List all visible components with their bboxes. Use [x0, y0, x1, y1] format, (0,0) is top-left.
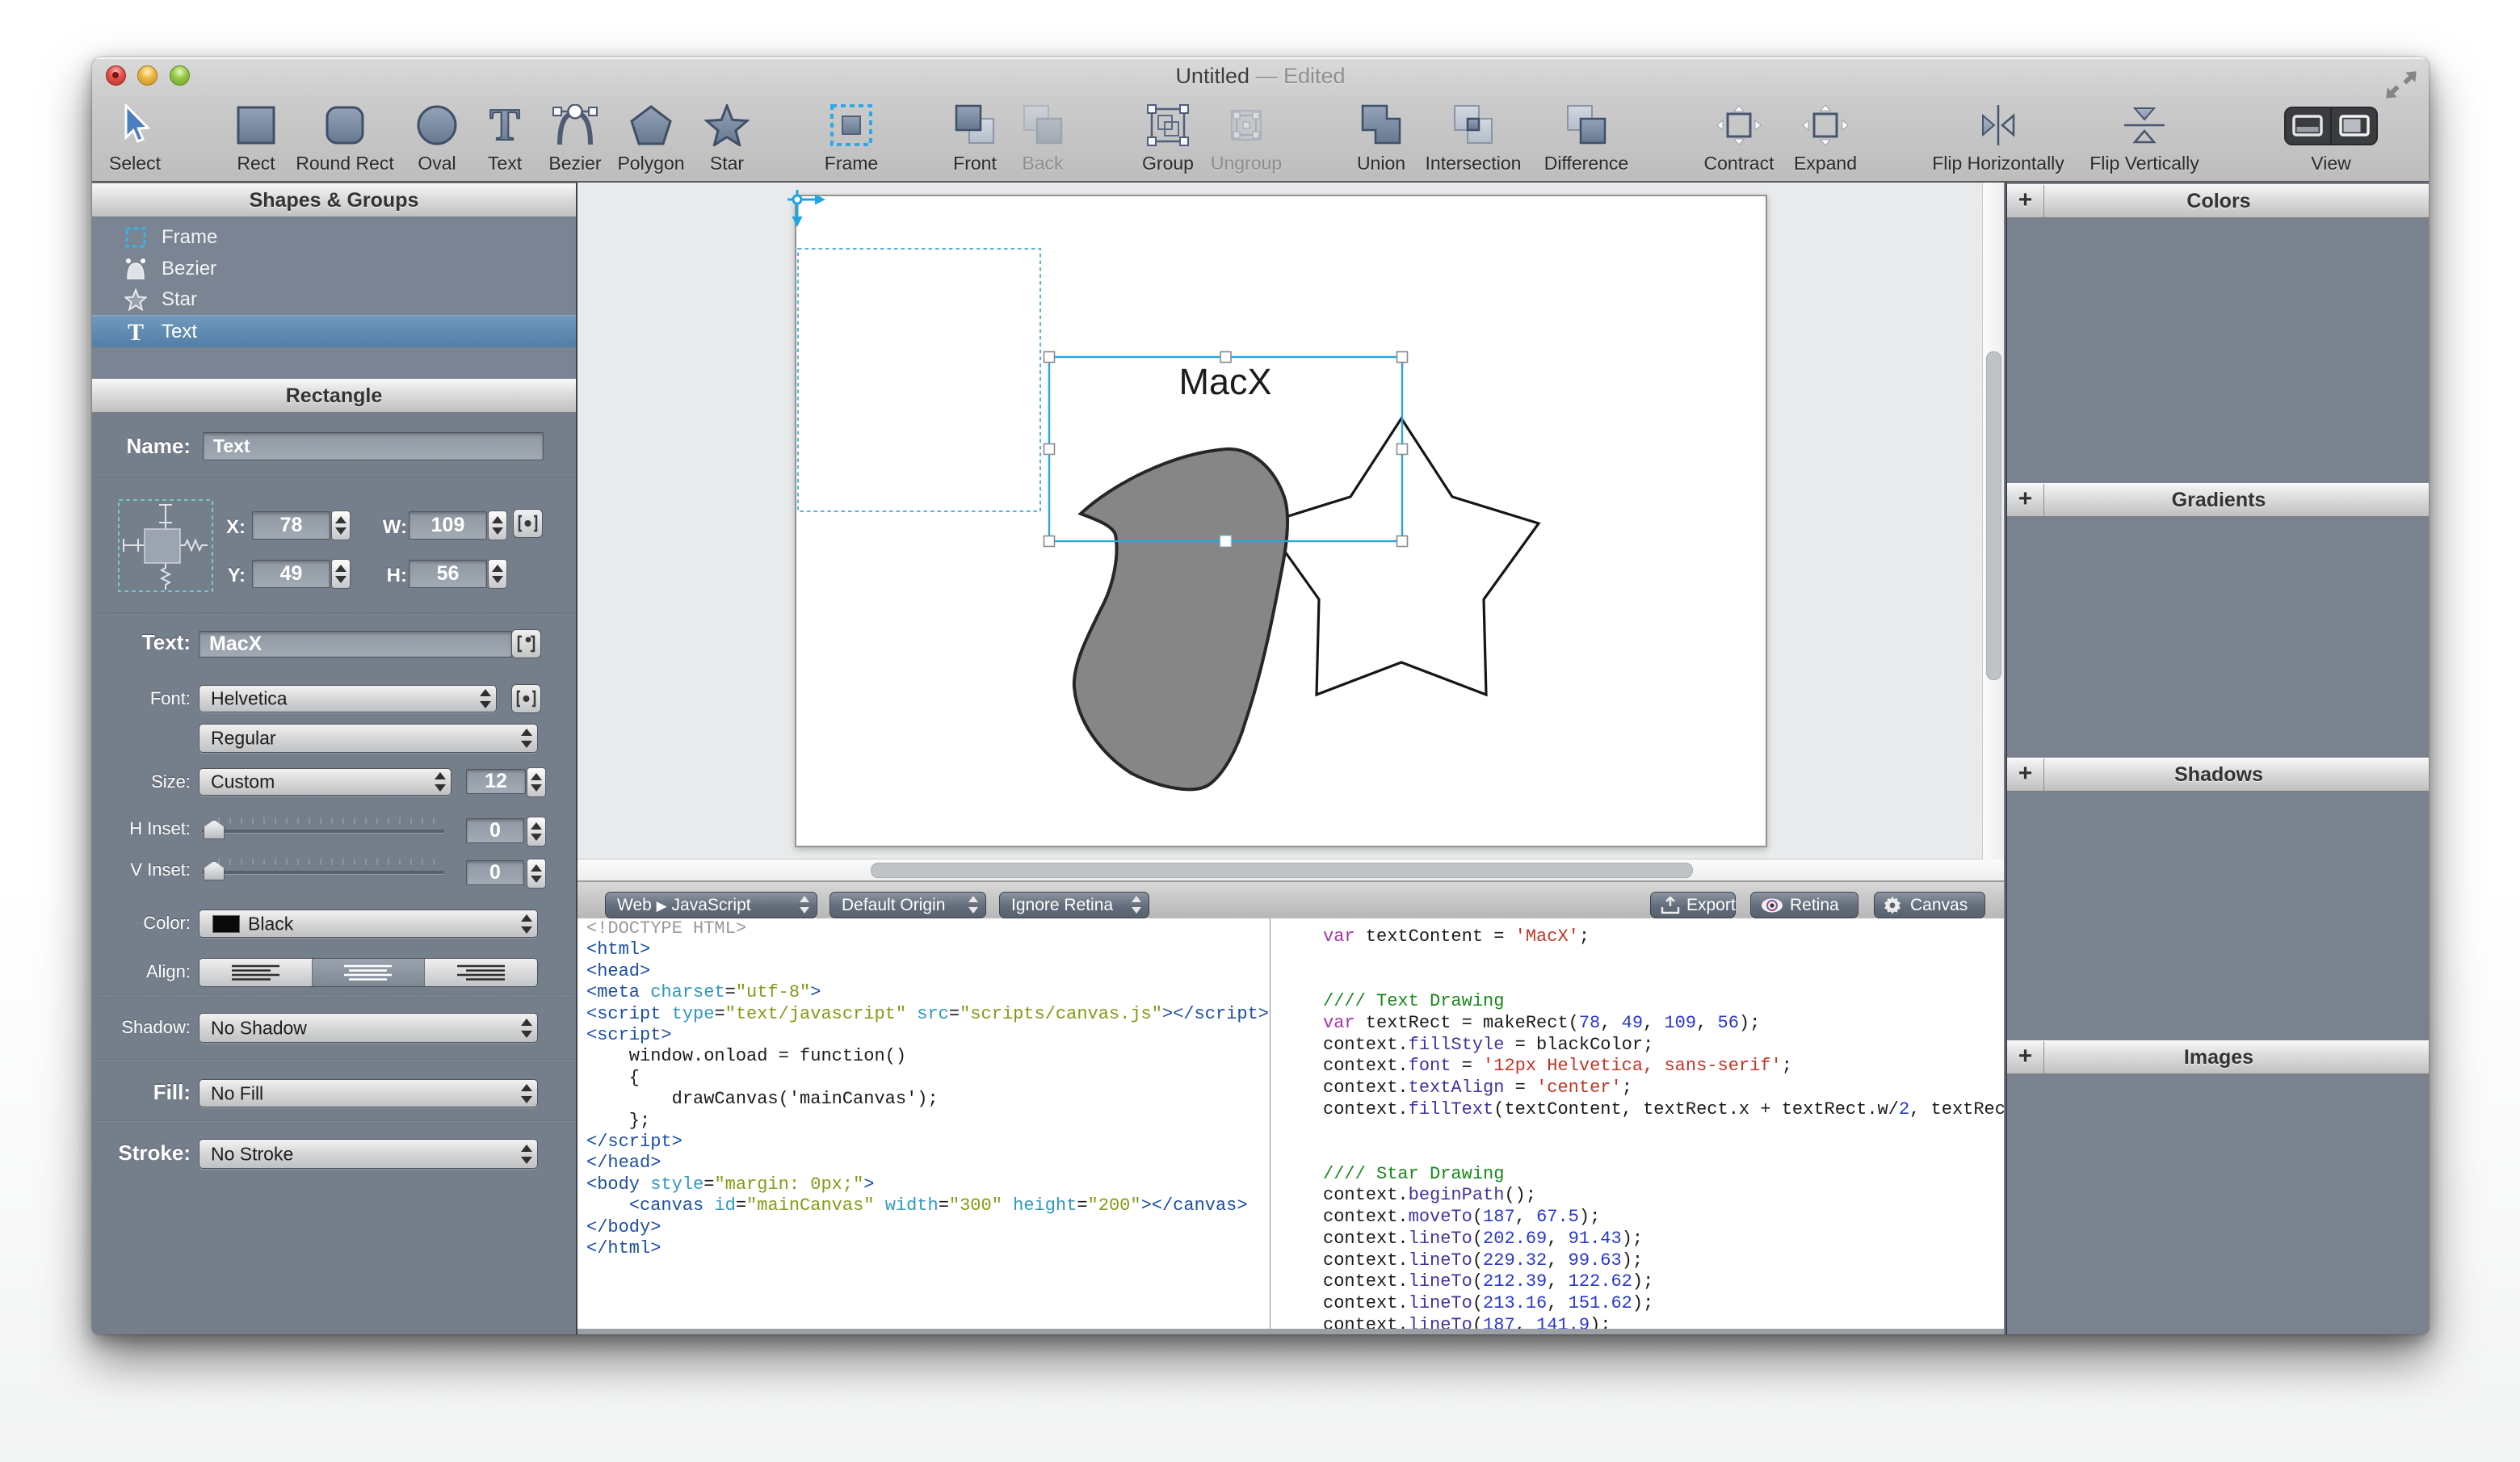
svg-text:T: T [489, 104, 519, 146]
svg-text:MacX: MacX [1178, 361, 1271, 402]
svg-text:T: T [128, 321, 144, 343]
